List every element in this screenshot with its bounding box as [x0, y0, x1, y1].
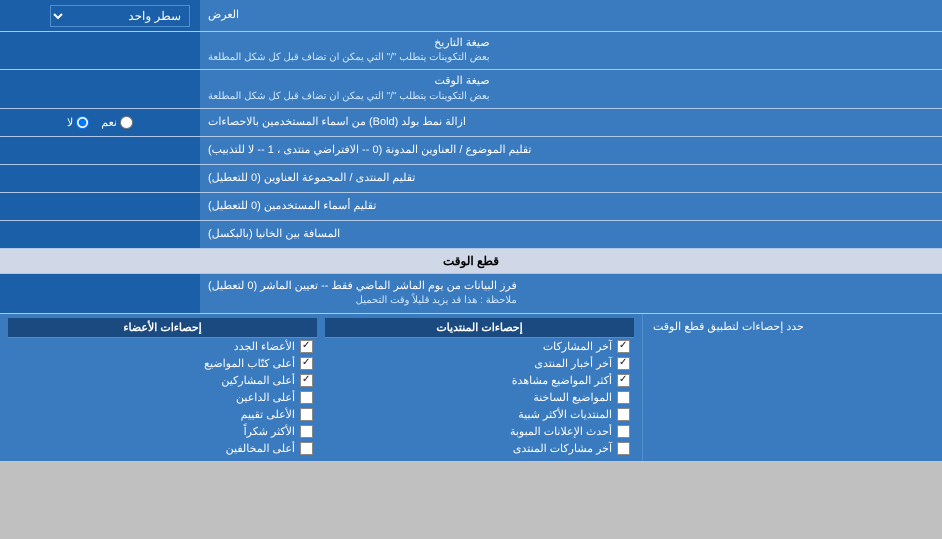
cutoff-row: فرز البيانات من يوم الماشر الماضي فقط --… [0, 274, 942, 314]
stats-item-forum-5: المنتديات الأكثر شبية [325, 406, 634, 423]
user-trim-label: تقليم أسماء المستخدمين (0 للتعطيل) [200, 193, 942, 220]
user-trim-input[interactable]: 0 [6, 199, 194, 213]
user-trim-row: تقليم أسماء المستخدمين (0 للتعطيل) 0 [0, 193, 942, 221]
forum-trim-label: تقليم المنتدى / المجموعة العناوين (0 للت… [200, 165, 942, 192]
forum-trim-row: تقليم المنتدى / المجموعة العناوين (0 للت… [0, 165, 942, 193]
stats-columns-container: إحصاءات المنتديات ✓ آخر المشاركات ✓ آخر … [0, 314, 642, 461]
radio-yes[interactable] [120, 116, 133, 129]
cutoff-section-header: قطع الوقت [0, 249, 942, 274]
spacing-label: المسافة بين الخانيا (بالبكسل) [200, 221, 942, 248]
stats-item-member-2: ✓ أعلى كتّاب المواضيع [8, 355, 317, 372]
date-format-input[interactable]: d-m [6, 44, 194, 58]
stats-item-forum-4: المواضيع الساخنة [325, 389, 634, 406]
bold-remove-row: ازالة نمط بولد (Bold) من اسماء المستخدمي… [0, 109, 942, 137]
topic-trim-row: تقليم الموضوع / العناوين المدونة (0 -- ا… [0, 137, 942, 165]
stats-section: حدد إحصاءات لتطبيق قطع الوقت إحصاءات الم… [0, 314, 942, 462]
spacing-row: المسافة بين الخانيا (بالبكسل) 2 [0, 221, 942, 249]
radio-yes-label[interactable]: نعم [101, 116, 133, 129]
section-label-display: العرض [200, 0, 942, 31]
stats-col-forums: إحصاءات المنتديات ✓ آخر المشاركات ✓ آخر … [321, 318, 638, 457]
radio-no[interactable] [76, 116, 89, 129]
forum-trim-input[interactable]: 33 [6, 171, 194, 185]
display-dropdown[interactable]: سطر واحد سطران ثلاثة أسطر [50, 5, 190, 27]
bold-radio-container: نعم لا [0, 109, 200, 136]
topic-trim-input[interactable]: 33 [6, 143, 194, 157]
stats-item-member-1: ✓ الأعضاء الجدد [8, 338, 317, 355]
stats-item-forum-2: ✓ آخر أخبار المنتدى [325, 355, 634, 372]
cutoff-input-container: 0 [0, 274, 200, 313]
user-trim-input-container: 0 [0, 193, 200, 220]
stats-item-member-5: الأعلى تقييم [8, 406, 317, 423]
cutoff-input[interactable]: 0 [6, 286, 194, 300]
stats-col-members-header: إحصاءات الأعضاء [8, 318, 317, 338]
stats-item-forum-6: أحدث الإعلانات المبوبة [325, 423, 634, 440]
stats-item-member-7: أعلى المخالفين [8, 440, 317, 457]
bold-remove-label: ازالة نمط بولد (Bold) من اسماء المستخدمي… [200, 109, 942, 136]
stats-apply-label: حدد إحصاءات لتطبيق قطع الوقت [642, 314, 942, 461]
date-format-label: صيغة التاريخ بعض التكوينات يتطلب "/" الت… [200, 32, 942, 69]
stats-item-member-3: ✓ أعلى المشاركين [8, 372, 317, 389]
stats-item-member-4: أعلى الداعين [8, 389, 317, 406]
time-format-input[interactable]: H:i [6, 82, 194, 96]
stats-item-forum-1: ✓ آخر المشاركات [325, 338, 634, 355]
time-format-label: صيغة الوقت بعض التكوينات يتطلب "/" التي … [200, 70, 942, 107]
stats-item-forum-7: آخر مشاركات المنتدى [325, 440, 634, 457]
stats-col-forums-header: إحصاءات المنتديات [325, 318, 634, 338]
dropdown-container: سطر واحد سطران ثلاثة أسطر [0, 0, 200, 31]
topic-trim-input-container: 33 [0, 137, 200, 164]
cutoff-label: فرز البيانات من يوم الماشر الماضي فقط --… [200, 274, 942, 313]
forum-trim-input-container: 33 [0, 165, 200, 192]
stats-item-forum-3: ✓ أكثر المواضيع مشاهدة [325, 372, 634, 389]
stats-col-members: إحصاءات الأعضاء ✓ الأعضاء الجدد ✓ أعلى ك… [4, 318, 321, 457]
spacing-input-container: 2 [0, 221, 200, 248]
date-format-input-container: d-m [0, 32, 200, 69]
time-format-input-container: H:i [0, 70, 200, 107]
time-format-row: صيغة الوقت بعض التكوينات يتطلب "/" التي … [0, 70, 942, 108]
date-format-row: صيغة التاريخ بعض التكوينات يتطلب "/" الت… [0, 32, 942, 70]
radio-no-label[interactable]: لا [67, 116, 89, 129]
topic-trim-label: تقليم الموضوع / العناوين المدونة (0 -- ا… [200, 137, 942, 164]
stats-item-member-6: الأكثر شكراً [8, 423, 317, 440]
spacing-input[interactable]: 2 [6, 227, 194, 241]
